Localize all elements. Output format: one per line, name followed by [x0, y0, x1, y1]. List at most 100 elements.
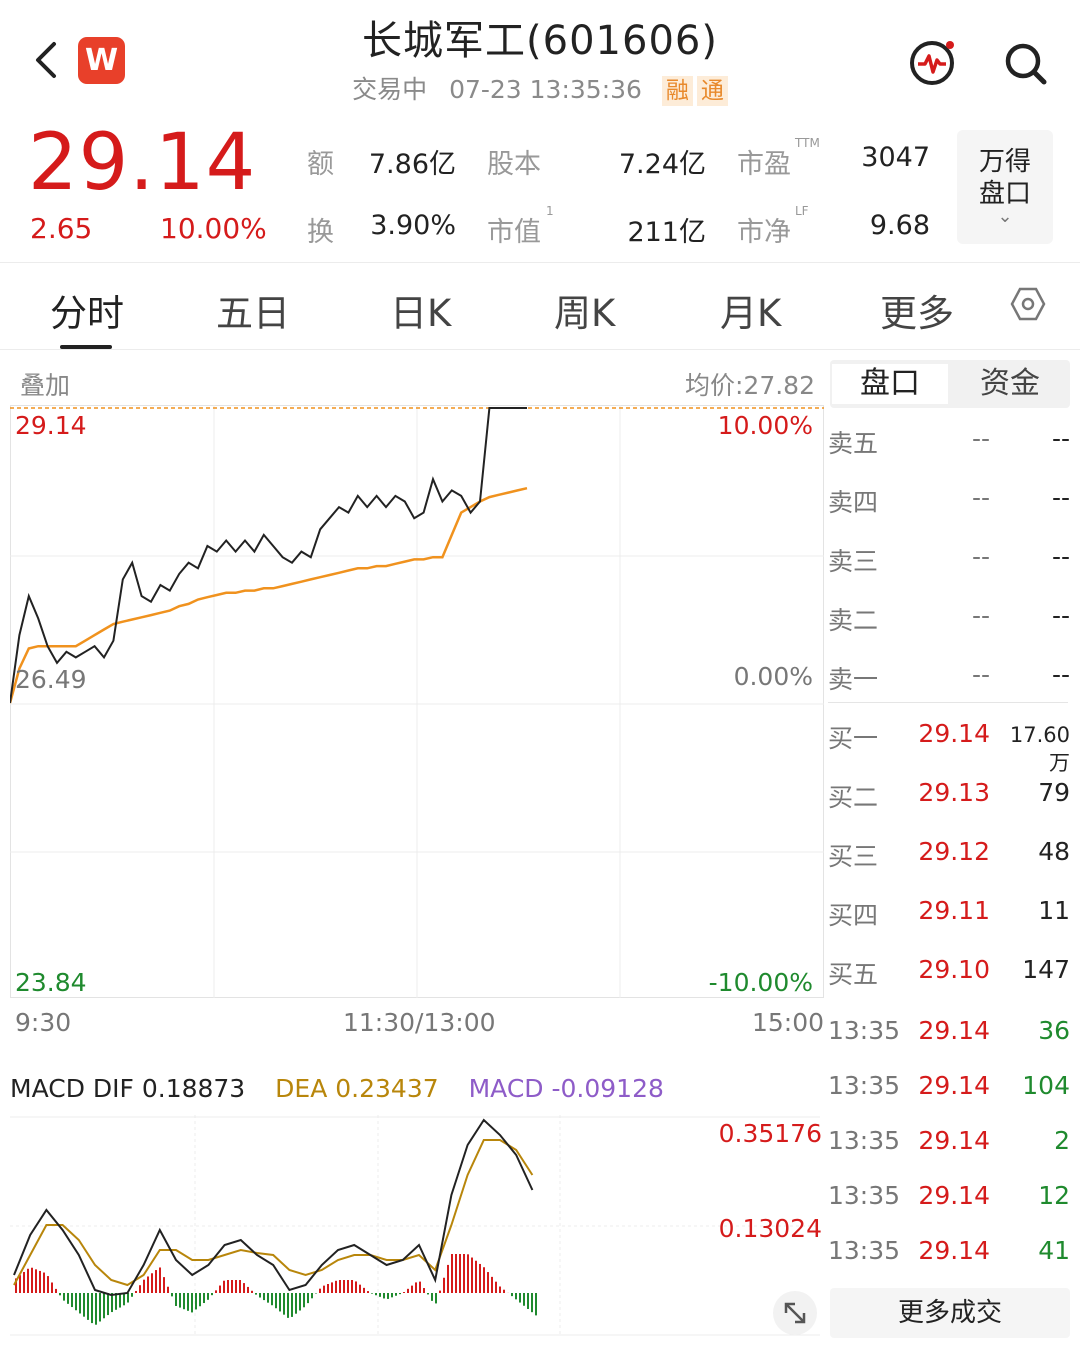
side-panel-tabs: 盘口 资金: [830, 360, 1070, 408]
pb-value: 9.68: [869, 210, 930, 241]
bid-label: 买一: [828, 724, 879, 753]
trade-price: 29.14: [918, 1071, 990, 1100]
more-trades-button[interactable]: 更多成交: [830, 1288, 1070, 1338]
trade-price: 29.14: [918, 1236, 990, 1265]
margin-tag: 融: [661, 76, 693, 106]
turnover-value: 3.90%: [370, 210, 456, 241]
ask-volume: --: [1051, 601, 1070, 630]
tab-more[interactable]: 更多: [880, 283, 954, 337]
trade-volume: 41: [1038, 1236, 1070, 1265]
pulse-button[interactable]: [905, 36, 961, 92]
trade-row: 13:35 29.14 12: [828, 1177, 1072, 1217]
time-mid-label: 11:30/13:00: [343, 1008, 496, 1037]
trade-row: 13:35 29.14 2: [828, 1122, 1072, 1162]
tab-intraday[interactable]: 分时: [50, 283, 124, 337]
amount-label: 额: [307, 149, 334, 180]
trade-volume: 12: [1038, 1181, 1070, 1210]
wind-button-line1: 万得: [978, 147, 1031, 177]
macd-chart: [10, 1115, 820, 1337]
market-cap-value: 211亿: [627, 217, 706, 248]
quote-datetime: 07-23 13:35:36: [449, 75, 642, 104]
dif-line: [13, 1118, 534, 1297]
trade-volume: 2: [1054, 1126, 1070, 1155]
ask-price: --: [971, 660, 990, 689]
bid-price: 29.11: [918, 896, 990, 925]
dea-line: [13, 1139, 534, 1287]
quote-summary: 29.14 2.65 10.00% 额 7.86亿 股本 7.24亿 市盈 TT…: [0, 112, 1080, 262]
tab-order-book[interactable]: 盘口: [832, 364, 948, 404]
average-price-line: [10, 486, 528, 704]
bid-volume: 11: [1038, 896, 1070, 925]
chart-settings-button[interactable]: [1010, 286, 1046, 322]
bid-label: 买五: [828, 960, 879, 989]
price-change-percent: 10.00%: [160, 212, 267, 245]
bid-volume: 79: [1038, 778, 1070, 807]
bid-label: 买三: [828, 842, 879, 871]
macd-value-label: MACD -0.09128: [468, 1074, 664, 1103]
turnover-label: 换: [307, 217, 334, 248]
macd-dea-label: DEA 0.23437: [275, 1074, 439, 1103]
ask-row: 卖二 -- --: [828, 595, 1072, 635]
expand-button[interactable]: [773, 1291, 817, 1335]
heartbeat-icon: [910, 41, 954, 85]
shares-value: 7.24亿: [618, 149, 706, 180]
trade-price: 29.14: [918, 1181, 990, 1210]
ask-row: 卖一 -- --: [828, 654, 1072, 694]
pe-sup: TTM: [795, 136, 820, 150]
trade-row: 13:35 29.14 104: [828, 1067, 1072, 1107]
ask-row: 卖四 -- --: [828, 477, 1072, 517]
tab-fund-flow[interactable]: 资金: [952, 364, 1068, 404]
bid-price: 29.13: [918, 778, 990, 807]
pct-mid-label: 0.00%: [733, 662, 813, 691]
ask-volume: --: [1051, 424, 1070, 453]
bid-label: 买四: [828, 901, 879, 930]
search-button[interactable]: [998, 36, 1054, 92]
market-cap-label: 市值: [487, 217, 541, 248]
ask-label: 卖三: [828, 547, 879, 576]
active-tab-indicator: [60, 345, 112, 349]
intraday-chart[interactable]: [10, 405, 824, 1000]
overlay-button[interactable]: 叠加: [20, 366, 70, 402]
ask-label: 卖二: [828, 606, 879, 635]
ask-price: --: [971, 542, 990, 571]
ask-label: 卖五: [828, 429, 879, 458]
bid-volume: 17.60万: [1009, 723, 1070, 775]
trade-price: 29.14: [918, 1016, 990, 1045]
bid-volume: 147: [1022, 955, 1070, 984]
ask-label: 卖四: [828, 488, 879, 517]
market-cap-sup: 1: [546, 204, 554, 218]
ask-price: --: [971, 601, 990, 630]
expand-arrows-icon: [784, 1302, 806, 1324]
wind-order-book-button[interactable]: 万得 盘口 ⌄: [957, 130, 1053, 244]
macd-grid: [10, 1115, 820, 1337]
chart-grid: [10, 405, 824, 998]
connect-tag: 通: [696, 76, 728, 106]
hexagon-settings-icon: [1010, 287, 1046, 321]
tab-daily-k[interactable]: 日K: [390, 283, 451, 337]
bid-price: 29.14: [918, 719, 990, 748]
ask-volume: --: [1051, 483, 1070, 512]
header: W 长城军工(601606) 交易中 07-23 13:35:36 融通: [0, 0, 1080, 112]
pe-value: 3047: [861, 142, 930, 173]
chart-tabs: 分时 五日 日K 周K 月K 更多: [0, 262, 1080, 350]
bid-label: 买二: [828, 783, 879, 812]
chevron-down-icon: ⌄: [997, 206, 1013, 227]
search-icon: [1005, 43, 1047, 85]
macd-axis-high: 0.35176: [718, 1119, 822, 1148]
bid-price: 29.10: [918, 955, 990, 984]
pe-label: 市盈: [737, 149, 791, 180]
tab-weekly-k[interactable]: 周K: [554, 283, 615, 337]
amount-value: 7.86亿: [368, 149, 456, 180]
tab-five-day[interactable]: 五日: [216, 283, 290, 337]
last-price: 29.14: [28, 118, 257, 208]
ask-price: --: [971, 424, 990, 453]
tab-monthly-k[interactable]: 月K: [720, 283, 781, 337]
pb-sup: LF: [795, 204, 809, 218]
ask-row: 卖三 -- --: [828, 536, 1072, 576]
order-book-divider: [828, 702, 1068, 703]
price-change: 2.65: [30, 212, 93, 245]
bid-row: 买五 29.10 147: [828, 949, 1072, 989]
trade-volume: 104: [1022, 1071, 1070, 1100]
pb-label: 市净: [737, 217, 791, 248]
ask-label: 卖一: [828, 665, 879, 694]
